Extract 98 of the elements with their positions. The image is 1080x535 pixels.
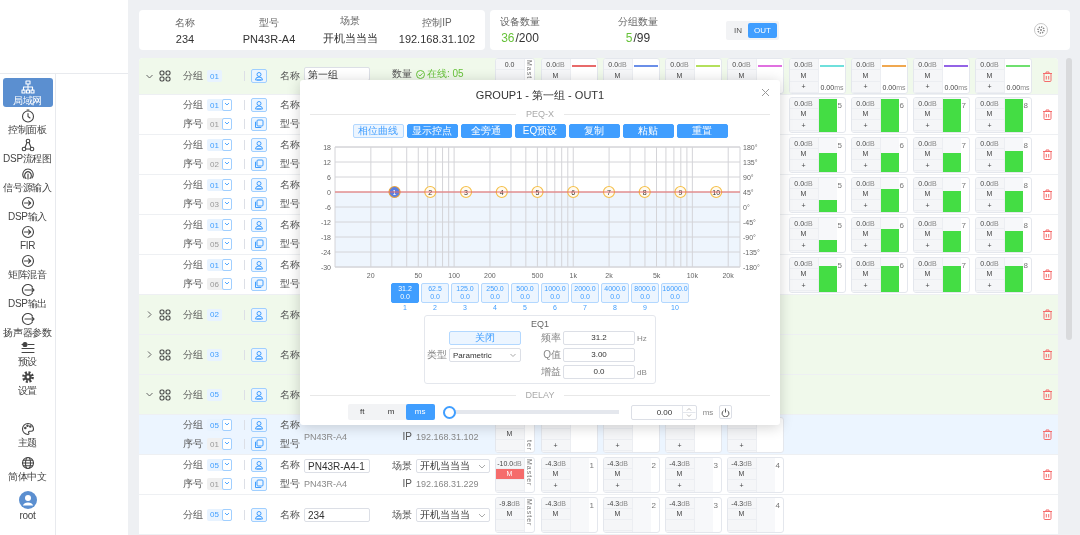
ip-text: 192.168.31.102 (416, 432, 480, 442)
field-label: 分组 (183, 139, 204, 151)
field-label: 名称 (280, 419, 300, 431)
field-label: 类型 (427, 348, 447, 362)
field-label: 场景 (392, 460, 413, 472)
field-label: 型号 (280, 118, 300, 130)
channel-number: 7 (960, 259, 966, 272)
field-label: Q值 (543, 348, 561, 362)
online-status: 在线: 05 (427, 67, 464, 81)
channel-number: 8 (1022, 219, 1028, 232)
section-label: DELAY (525, 390, 555, 400)
field-label: 名称 (280, 139, 300, 151)
channel-number: 5 (836, 99, 842, 112)
model-text: PN43R-A4 (304, 432, 349, 442)
channel-number: 5 (836, 219, 842, 232)
field-label: 名称 (280, 179, 300, 191)
channel-number: 6 (898, 99, 904, 112)
field-label: 分组 (183, 508, 204, 521)
channel-number: 3 (712, 459, 718, 472)
count-value: 36 (501, 31, 515, 45)
count-total: /200 (515, 31, 539, 45)
model-text: PN43R-A4 (304, 479, 349, 489)
channel-number: 6 (898, 219, 904, 232)
field-label: 序号 (183, 158, 204, 170)
field-label: 名称 (280, 219, 300, 231)
field-label: 分组 (183, 99, 204, 111)
field-label: 名称 (280, 70, 300, 82)
field-label: 序号 (183, 198, 204, 210)
count-total: /99 (633, 31, 651, 45)
field-label: 分组 (183, 70, 204, 82)
section-label: PEQ-X (526, 109, 554, 119)
field-label: 序号 (183, 118, 204, 130)
channel-number: 7 (960, 99, 966, 112)
field-label: 型号 (280, 278, 300, 290)
channel-number: 7 (960, 219, 966, 232)
field-label: 分组 (183, 348, 204, 361)
field-label: 场景 (340, 14, 360, 28)
field-value: 192.168.31.102 (398, 32, 476, 45)
channel-number: 6 (898, 139, 904, 152)
channel-number: 1 (588, 459, 594, 472)
channel-number: 7 (960, 139, 966, 152)
channel-number: 6 (898, 179, 904, 192)
channel-number: 1 (588, 499, 594, 512)
channel-number: 8 (1022, 99, 1028, 112)
field-label: 名称 (280, 388, 300, 401)
channel-number: 4 (774, 499, 780, 512)
field-label: 序号 (183, 438, 204, 450)
channel-number: 7 (960, 179, 966, 192)
channel-number: 5 (836, 179, 842, 192)
unit-label: Hz (637, 333, 648, 343)
field-label: 名称 (280, 99, 300, 111)
field-label: 型号 (259, 15, 279, 30)
channel-number: 4 (774, 459, 780, 472)
field-label: 场景 (392, 508, 413, 521)
channel-number: 2 (650, 499, 656, 512)
channel-number: 8 (1022, 139, 1028, 152)
field-value: PN43R-A4 (242, 32, 296, 45)
stat-label: 分组数量 (618, 15, 658, 29)
field-label: 名称 (280, 508, 300, 521)
channel-number: 3 (712, 499, 718, 512)
field-label: 分组 (183, 259, 204, 271)
field-label: IP (402, 478, 412, 490)
channel-number: 8 (1022, 179, 1028, 192)
field-label: 分组 (183, 219, 204, 231)
field-label: 名称 (280, 348, 300, 361)
channel-number: 8 (1022, 259, 1028, 272)
field-label: 分组 (183, 419, 204, 431)
field-value: 开机当当当 (322, 31, 378, 46)
panel-title: EQ1 (531, 319, 549, 329)
ip-text: 192.168.31.229 (416, 479, 480, 489)
field-label: 数量 (392, 68, 413, 80)
field-label: 名称 (280, 308, 300, 321)
field-label: IP (402, 431, 412, 443)
field-label: 型号 (280, 238, 300, 250)
field-label: 分组 (183, 308, 204, 321)
field-label: 序号 (183, 278, 204, 290)
field-value: 234 (175, 32, 195, 45)
field-label: 型号 (280, 158, 300, 170)
field-label: 名称 (280, 459, 300, 471)
field-label: 控制IP (422, 15, 452, 30)
field-label: 分组 (183, 459, 204, 471)
field-label: 名称 (175, 15, 195, 30)
channel-number: 6 (898, 259, 904, 272)
channel-number: 2 (650, 459, 656, 472)
field-label: 型号 (280, 438, 300, 450)
field-label: 型号 (280, 198, 300, 210)
field-label: 名称 (280, 259, 300, 271)
unit-label: dB (637, 367, 648, 377)
unit-label: ms (702, 407, 714, 417)
field-label: 序号 (183, 478, 204, 490)
field-label: 分组 (183, 388, 204, 401)
channel-number: 5 (836, 259, 842, 272)
field-label: 序号 (183, 238, 204, 250)
stat-label: 设备数量 (500, 15, 540, 29)
field-label: 型号 (280, 478, 300, 490)
channel-number: 5 (836, 139, 842, 152)
field-label: 分组 (183, 179, 204, 191)
count-value: 5 (625, 31, 633, 45)
